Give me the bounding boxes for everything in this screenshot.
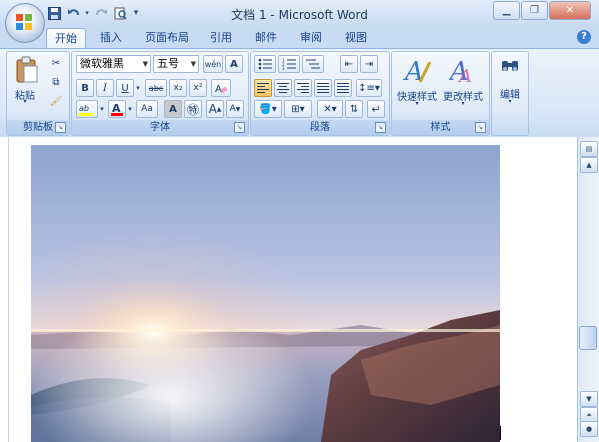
underline-button[interactable]: U	[116, 79, 134, 97]
quick-styles-icon: A	[403, 57, 431, 84]
window-controls: ▁ ❐ ✕	[493, 1, 591, 20]
tab-page-layout[interactable]: 页面布局	[140, 28, 194, 48]
borders-icon[interactable]: ⊞▾	[284, 100, 312, 118]
restore-icon[interactable]: ❐	[521, 1, 548, 20]
highlight-button[interactable]: ab	[76, 100, 98, 118]
styles-launcher-icon[interactable]: ↘	[475, 122, 486, 133]
distributed-icon[interactable]	[334, 79, 352, 97]
strikethrough-button[interactable]: abc	[145, 79, 167, 97]
font-group-label: 字体	[72, 120, 248, 135]
svg-text:A: A	[457, 66, 472, 84]
cut-icon[interactable]: ✂	[47, 54, 65, 72]
quick-styles-dropdown-icon: ▾	[415, 100, 419, 107]
svg-text:3: 3	[282, 66, 285, 70]
show-paragraph-marks-icon[interactable]: ↵	[367, 100, 385, 118]
grow-font-button[interactable]: A ▲	[206, 100, 224, 118]
decrease-indent-icon[interactable]: ⇤	[340, 55, 358, 73]
font-size-value: 五号	[157, 57, 179, 70]
svg-text:ab: ab	[79, 104, 89, 113]
bullets-icon[interactable]	[254, 55, 276, 73]
office-logo-icon	[16, 14, 32, 30]
phonetic-guide-button[interactable]: wén	[203, 55, 223, 73]
tab-mailings[interactable]: 邮件	[248, 28, 284, 48]
font-family-combo[interactable]: 微软雅黑 ▼	[76, 55, 151, 73]
clipboard-launcher-icon[interactable]: ↘	[55, 122, 66, 133]
font-group: 微软雅黑 ▼ 五号 ▼ wén A B I U ▾ abc x₂ x² A ab ▾…	[71, 51, 249, 136]
page-edge	[8, 137, 9, 442]
format-painter-icon[interactable]: 🖌	[47, 92, 65, 110]
character-border-button[interactable]: A	[225, 55, 243, 73]
office-button[interactable]	[5, 3, 45, 43]
ruler-toggle-icon[interactable]: ▤	[580, 141, 598, 157]
multilevel-list-icon[interactable]	[302, 55, 324, 73]
grow-font-label: A	[208, 102, 217, 116]
paste-dropdown-icon: ▾	[23, 98, 27, 105]
font-color-button[interactable]: A	[108, 100, 126, 118]
sort-icon[interactable]: ⇅	[345, 100, 363, 118]
minimize-icon[interactable]: ▁	[493, 1, 520, 20]
superscript-button[interactable]: x²	[189, 79, 207, 97]
paste-button[interactable]: 粘贴 ▾	[11, 54, 43, 105]
increase-indent-icon[interactable]: ⇥	[360, 55, 378, 73]
change-styles-icon: A A	[449, 57, 472, 84]
close-icon[interactable]: ✕	[549, 1, 591, 20]
highlight-dropdown-icon[interactable]: ▾	[98, 100, 106, 118]
change-case-button[interactable]: Aa	[136, 100, 158, 118]
font-launcher-icon[interactable]: ↘	[234, 122, 245, 133]
tab-view[interactable]: 视图	[338, 28, 374, 48]
tab-review[interactable]: 审阅	[293, 28, 329, 48]
clear-formatting-icon[interactable]: A	[211, 79, 231, 97]
paragraph-group-label: 段落	[251, 120, 389, 135]
tab-home[interactable]: 开始	[46, 28, 86, 49]
character-shading-button[interactable]: A	[164, 100, 182, 118]
paste-icon	[16, 56, 38, 83]
align-right-icon[interactable]	[294, 79, 312, 97]
scroll-down-icon[interactable]: ▼	[580, 391, 598, 407]
italic-button[interactable]: I	[96, 79, 114, 97]
styles-group: A 快速样式 ▾ A A 更改样式 ▾ 样式 ↘	[391, 51, 490, 136]
line-spacing-icon[interactable]: ↕≡▾	[356, 79, 382, 97]
tab-insert[interactable]: 插入	[94, 28, 128, 48]
chinese-layout-icon[interactable]: ✕▾	[317, 100, 343, 118]
chevron-down-icon: ▼	[190, 60, 196, 68]
copy-icon[interactable]: ⧉	[47, 73, 65, 91]
quick-styles-button[interactable]: A 快速样式 ▾	[395, 54, 439, 116]
chevron-down-icon: ▼	[142, 60, 148, 68]
align-left-icon[interactable]	[254, 79, 272, 97]
scroll-up-icon[interactable]: ▲	[580, 157, 598, 173]
underline-dropdown-icon[interactable]: ▾	[134, 79, 142, 97]
editing-group[interactable]: 编辑 ▾	[491, 51, 529, 136]
subscript-button[interactable]: x₂	[169, 79, 187, 97]
shrink-font-button[interactable]: A ▼	[226, 100, 244, 118]
tab-references[interactable]: 引用	[203, 28, 239, 48]
bold-button[interactable]: B	[76, 79, 94, 97]
inserted-picture-sunset-coast[interactable]	[31, 145, 500, 442]
shading-icon[interactable]: 🪣▾	[254, 100, 282, 118]
binoculars-icon	[502, 61, 518, 71]
align-center-icon[interactable]	[274, 79, 292, 97]
editing-dropdown-icon: ▾	[508, 98, 512, 105]
scrollbar-thumb[interactable]	[579, 326, 597, 350]
change-styles-button[interactable]: A A 更改样式 ▾	[441, 54, 485, 116]
numbering-icon[interactable]: 123	[278, 55, 300, 73]
change-styles-dropdown-icon: ▾	[461, 100, 465, 107]
text-cursor	[500, 426, 501, 440]
font-color-dropdown-icon[interactable]: ▾	[126, 100, 134, 118]
help-icon[interactable]: ?	[577, 30, 591, 44]
font-family-value: 微软雅黑	[80, 57, 124, 70]
paragraph-launcher-icon[interactable]: ↘	[375, 122, 386, 133]
vertical-scrollbar[interactable]: ▤ ▲ ▼ ⏶ ●	[577, 137, 599, 442]
justify-icon[interactable]	[314, 79, 332, 97]
font-size-combo[interactable]: 五号 ▼	[153, 55, 199, 73]
clipboard-group: 粘贴 ▾ ✂ ⧉ 🖌 剪贴板 ↘	[6, 51, 70, 136]
enclose-characters-icon[interactable]: ㊕	[184, 100, 202, 118]
browse-object-icon[interactable]: ●	[580, 421, 598, 437]
paragraph-group: 123 ⇤ ⇥ ↕≡▾ 🪣▾ ⊞▾ ✕▾ ⇅ ↵ 段落 ↘	[250, 51, 390, 136]
